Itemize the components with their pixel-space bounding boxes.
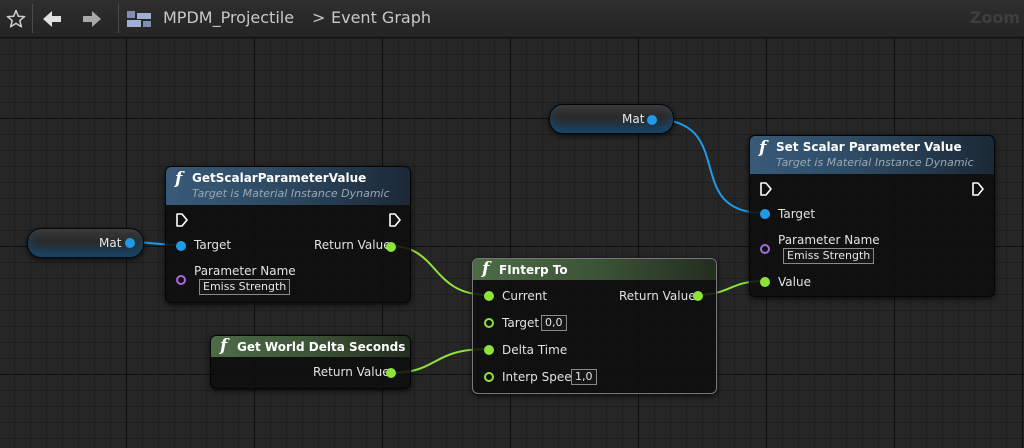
star-icon[interactable] [6,9,26,29]
function-icon: f [482,259,490,279]
current-input-pin[interactable] [484,291,494,301]
interp-speed-value-field[interactable]: 1,0 [571,369,597,385]
target-input-pin[interactable] [484,318,494,328]
delta-time-input-pin[interactable] [484,345,494,355]
exec-in-pin[interactable] [176,213,188,227]
mat-variable-node-top[interactable]: Mat [549,104,674,134]
node-title: GetScalarParameterValue [192,171,367,185]
parameter-name-pin[interactable] [176,275,186,285]
delta-time-pin-label: Delta Time [502,343,568,357]
back-arrow-icon[interactable] [42,9,62,29]
return-value-output-pin[interactable] [386,368,396,378]
function-icon: f [759,138,767,158]
finterp-to-node[interactable]: f FInterp To Current Return Value Target… [472,258,717,394]
node-header: f GetScalarParameterValue Target is Mate… [166,167,410,205]
interp-speed-pin-label: Interp Speed [502,370,580,384]
node-title: FInterp To [499,263,568,277]
zoom-label: Zoom [969,8,1020,27]
return-value-label: Return Value [619,289,696,303]
mat-variable-label: Mat [99,236,122,250]
interp-speed-input-pin[interactable] [484,372,494,382]
value-input-pin[interactable] [760,277,770,287]
parameter-name-label: Parameter Name [194,264,296,278]
target-pin-label: Target [194,238,232,252]
mat-output-pin[interactable] [647,115,657,125]
function-icon: f [175,169,183,189]
value-pin-label: Value [778,275,811,289]
return-value-output-pin[interactable] [386,242,396,252]
return-value-label: Return Value [314,238,391,252]
breadcrumb-root[interactable]: MPDM_Projectile [163,8,294,27]
node-subtitle: Target is Material Instance Dynamic [776,156,974,169]
exec-out-pin[interactable] [389,213,401,227]
target-value-field[interactable]: 0,0 [541,315,567,331]
set-scalar-parameter-value-node[interactable]: f Set Scalar Parameter Value Target is M… [749,135,995,297]
target-pin-label: Target [502,316,540,330]
mat-variable-label: Mat [622,112,645,126]
node-subtitle: Target is Material Instance Dynamic [192,187,390,200]
blueprint-graph-icon [127,11,151,27]
node-header: f Set Scalar Parameter Value Target is M… [750,136,994,174]
node-title: Set Scalar Parameter Value [776,140,962,154]
node-header: f Get World Delta Seconds [211,336,410,357]
return-value-output-pin[interactable] [693,291,703,301]
return-value-label: Return Value [313,365,390,379]
toolbar-separator [118,4,119,33]
mat-variable-node-left[interactable]: Mat [27,228,144,258]
graph-toolbar: MPDM_Projectile > Event Graph Zoom [0,0,1024,38]
exec-in-pin[interactable] [760,182,772,196]
breadcrumb-current: Event Graph [331,8,431,27]
target-input-pin[interactable] [760,209,770,219]
function-icon: f [220,336,228,356]
mat-output-pin[interactable] [125,238,135,248]
parameter-name-field[interactable]: Emiss Strength [783,248,875,264]
node-header: f FInterp To [473,259,716,280]
forward-arrow-icon[interactable] [82,9,102,29]
exec-out-pin[interactable] [972,182,984,196]
target-pin-label: Target [778,207,816,221]
get-world-delta-seconds-node[interactable]: f Get World Delta Seconds Return Value [210,335,411,389]
breadcrumb-separator: > [312,8,326,27]
parameter-name-label: Parameter Name [778,233,880,247]
node-title: Get World Delta Seconds [237,340,406,354]
parameter-name-pin[interactable] [760,244,770,254]
toolbar-separator [32,4,33,33]
current-pin-label: Current [502,289,548,303]
target-input-pin[interactable] [176,241,186,251]
parameter-name-field[interactable]: Emiss Strength [199,279,291,295]
get-scalar-parameter-value-node[interactable]: f GetScalarParameterValue Target is Mate… [165,166,411,303]
